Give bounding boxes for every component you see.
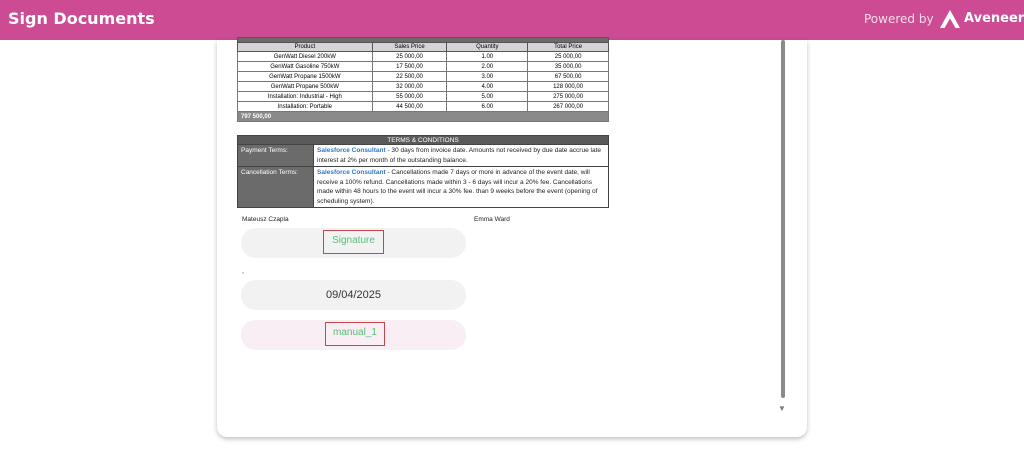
signer-left-name: Mateusz Czapla	[242, 216, 289, 223]
table-row: Installation: Industrial - High 55 000,0…	[237, 91, 609, 102]
cell: Installation: Portable	[237, 101, 373, 112]
total-value: 797 500,00	[237, 111, 609, 122]
column-header: Quantity	[446, 42, 529, 52]
manual-field[interactable]: manual_1	[325, 322, 385, 346]
cell: 1.00	[446, 51, 529, 62]
scroll-down-icon[interactable]: ▼	[778, 404, 786, 413]
table-header-row: Product Sales Price Quantity Total Price	[237, 42, 609, 52]
table-row: GenWatt Diesel 200kW 25 000,00 1.00 25 0…	[237, 51, 609, 62]
payment-terms-label: Payment Terms:	[237, 144, 314, 167]
field-mark: ,	[242, 268, 244, 275]
cell: GenWatt Propane 500kW	[237, 81, 373, 92]
cell: 32 000,00	[371, 81, 448, 92]
cell: 267 000,00	[527, 101, 609, 112]
aveneer-logo-icon	[940, 10, 960, 28]
column-header: Total Price	[527, 42, 609, 52]
total-row: 797 500,00	[237, 111, 609, 122]
top-bar: Sign Documents Powered by Aveneer	[0, 0, 1024, 40]
cell: 55 000,00	[371, 91, 448, 102]
cell: 2.00	[446, 61, 529, 72]
cell: 35 000,00	[527, 61, 609, 72]
cell: 17 500,00	[371, 61, 448, 72]
payment-terms-row: Payment Terms: Salesforce Consultant - 3…	[237, 144, 609, 167]
cell: Installation: Industrial - High	[237, 91, 373, 102]
cell: 6.00	[446, 101, 529, 112]
cell: 44 500,00	[371, 101, 448, 112]
cancellation-terms-label: Cancellation Terms:	[237, 166, 314, 208]
cell: 4.00	[446, 81, 529, 92]
terms-table: TERMS & CONDITIONS Payment Terms: Salesf…	[237, 135, 609, 208]
cell: GenWatt Propane 1500kW	[237, 71, 373, 82]
cell: 25 000,00	[527, 51, 609, 62]
table-row: Installation: Portable 44 500,00 6.00 26…	[237, 101, 609, 112]
cell: 128 000,00	[527, 81, 609, 92]
cell: 67 500,00	[527, 71, 609, 82]
company-name: Salesforce Consultant	[317, 147, 386, 154]
table-row: GenWatt Gasoline 750kW 17 500,00 2.00 35…	[237, 61, 609, 72]
table-row: GenWatt Propane 500kW 32 000,00 4.00 128…	[237, 81, 609, 92]
scrollbar-thumb[interactable]	[781, 40, 785, 398]
cell: GenWatt Gasoline 750kW	[237, 61, 373, 72]
cell: 22 500,00	[371, 71, 448, 82]
cell: 25 000,00	[371, 51, 448, 62]
cancellation-terms-row: Cancellation Terms: Salesforce Consultan…	[237, 166, 609, 208]
brand-name: Aveneer	[964, 11, 1024, 26]
products-table: Product Sales Price Quantity Total Price…	[237, 37, 609, 122]
powered-by-text: Powered by	[864, 12, 934, 26]
cell: 5.00	[446, 91, 529, 102]
table-row: GenWatt Propane 1500kW 22 500,00 3.00 67…	[237, 71, 609, 82]
cell: 275 000,00	[527, 91, 609, 102]
date-value: 09/04/2025	[325, 289, 382, 301]
payment-terms-text: Salesforce Consultant - 30 days from inv…	[313, 144, 609, 167]
terms-title: TERMS & CONDITIONS	[237, 135, 609, 145]
column-header: Sales Price	[371, 42, 448, 52]
date-field[interactable]: 09/04/2025	[241, 280, 466, 310]
cell: 3.00	[446, 71, 529, 82]
column-header: Product	[237, 42, 373, 52]
cancellation-terms-text: Salesforce Consultant - Cancellations ma…	[313, 166, 609, 208]
cell: GenWatt Diesel 200kW	[237, 51, 373, 62]
signer-right-name: Emma Ward	[474, 216, 510, 223]
company-name: Salesforce Consultant	[317, 169, 386, 176]
signature-field[interactable]: Signature	[323, 230, 384, 254]
app-title: Sign Documents	[8, 9, 155, 28]
